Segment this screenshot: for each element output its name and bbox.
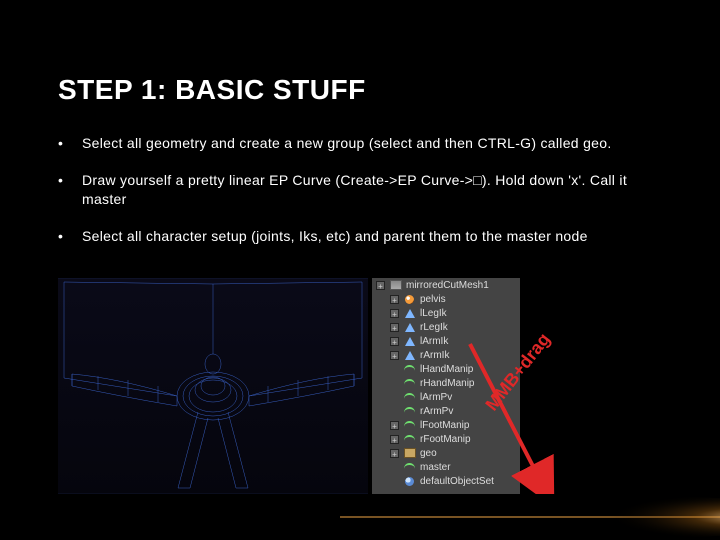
expand-icon: + bbox=[390, 309, 399, 318]
expand-icon: + bbox=[376, 281, 385, 290]
curve-icon bbox=[403, 406, 416, 417]
slide-title: STEP 1: BASIC STUFF bbox=[58, 74, 662, 106]
outliner-row: + lFootManip bbox=[372, 418, 520, 432]
expand-icon: + bbox=[390, 323, 399, 332]
outliner-row: + pelvis bbox=[372, 292, 520, 306]
outliner-label: lArmIk bbox=[420, 336, 448, 347]
outliner-row: + rFootManip bbox=[372, 432, 520, 446]
joint-icon bbox=[403, 294, 416, 305]
outliner-label: lFootManip bbox=[420, 420, 469, 431]
outliner-row: + lArmIk bbox=[372, 334, 520, 348]
curve-icon bbox=[403, 378, 416, 389]
group-icon bbox=[403, 448, 416, 459]
outliner-label: lLegIk bbox=[420, 308, 447, 319]
bullet-item: •Select all geometry and create a new gr… bbox=[58, 134, 662, 153]
outliner-row: + rLegIk bbox=[372, 320, 520, 334]
outliner-row: + geo bbox=[372, 446, 520, 460]
outliner-row: lArmPv bbox=[372, 390, 520, 404]
outliner-label: rArmPv bbox=[420, 406, 453, 417]
handle-icon bbox=[403, 322, 416, 333]
maya-viewport bbox=[58, 278, 368, 494]
outliner-row: defaultObjectSet bbox=[372, 474, 520, 488]
outliner-row: rArmPv bbox=[372, 404, 520, 418]
outliner-row: + rArmIk bbox=[372, 348, 520, 362]
bullet-text: Select all character setup (joints, Iks,… bbox=[82, 227, 662, 246]
outliner-label: rArmIk bbox=[420, 350, 449, 361]
outliner-label: lArmPv bbox=[420, 392, 452, 403]
bullet-dot: • bbox=[58, 227, 82, 246]
outliner-label: rFootManip bbox=[420, 434, 471, 445]
maya-outliner: + mirroredCutMesh1 + pelvis + lLegIk + rLegIk + l… bbox=[372, 278, 520, 494]
outliner-label: pelvis bbox=[420, 294, 446, 305]
bullet-dot: • bbox=[58, 134, 82, 153]
bullet-list: •Select all geometry and create a new gr… bbox=[58, 134, 662, 246]
handle-icon bbox=[403, 336, 416, 347]
mesh-icon bbox=[389, 280, 402, 291]
outliner-row: lHandManip bbox=[372, 362, 520, 376]
bullet-item: •Draw yourself a pretty linear EP Curve … bbox=[58, 171, 662, 209]
expand-icon: + bbox=[390, 421, 399, 430]
outliner-label: defaultObjectSet bbox=[420, 476, 494, 487]
bullet-item: •Select all character setup (joints, Iks… bbox=[58, 227, 662, 246]
expand-icon: + bbox=[390, 337, 399, 346]
outliner-label: lHandManip bbox=[420, 364, 473, 375]
expand-icon: + bbox=[390, 351, 399, 360]
image-row: + mirroredCutMesh1 + pelvis + lLegIk + rLegIk + l… bbox=[58, 278, 520, 494]
outliner-row: + mirroredCutMesh1 bbox=[372, 278, 520, 292]
outliner-label: rLegIk bbox=[420, 322, 448, 333]
expand-icon: + bbox=[390, 435, 399, 444]
curve-icon bbox=[403, 392, 416, 403]
expand-icon: + bbox=[390, 449, 399, 458]
outliner-row: master bbox=[372, 460, 520, 474]
bullet-text: Draw yourself a pretty linear EP Curve (… bbox=[82, 171, 662, 209]
wireframe-svg bbox=[58, 278, 368, 494]
outliner-label: rHandManip bbox=[420, 378, 474, 389]
outliner-label: master bbox=[420, 462, 451, 473]
curve-icon bbox=[403, 434, 416, 445]
outliner-row: rHandManip bbox=[372, 376, 520, 390]
outliner-label: mirroredCutMesh1 bbox=[406, 280, 489, 291]
curve-icon bbox=[403, 364, 416, 375]
handle-icon bbox=[403, 308, 416, 319]
curve-icon bbox=[403, 420, 416, 431]
bullet-text: Select all geometry and create a new gro… bbox=[82, 134, 662, 153]
bullet-dot: • bbox=[58, 171, 82, 209]
lens-flare bbox=[340, 490, 720, 540]
outliner-label: geo bbox=[420, 448, 437, 459]
curve-icon bbox=[403, 462, 416, 473]
outliner-row: + lLegIk bbox=[372, 306, 520, 320]
handle-icon bbox=[403, 350, 416, 361]
set-icon bbox=[403, 476, 416, 487]
expand-icon: + bbox=[390, 295, 399, 304]
